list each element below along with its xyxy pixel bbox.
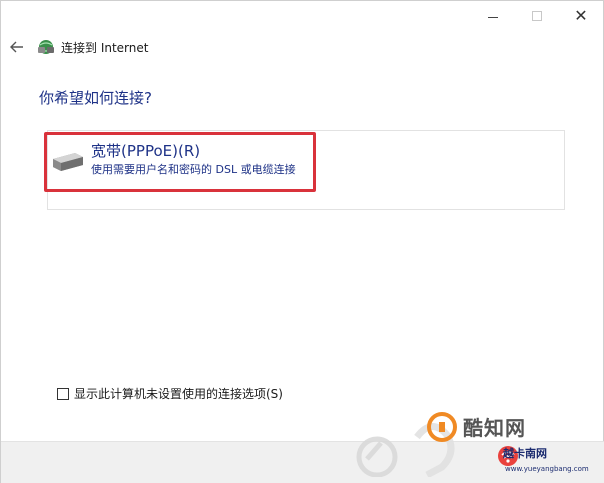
close-icon: ✕ [574, 6, 588, 25]
maximize-icon [532, 11, 542, 21]
window-controls: ✕ [471, 1, 603, 31]
show-unsetup-options[interactable]: 显示此计算机未设置使用的连接选项(S) [57, 385, 283, 402]
back-arrow-icon [10, 41, 23, 53]
window-title: 连接到 Internet [61, 40, 149, 55]
maximize-button [515, 1, 559, 31]
close-button[interactable]: ✕ [559, 1, 603, 31]
back-button[interactable] [7, 37, 27, 57]
show-options-checkbox[interactable] [57, 387, 69, 400]
site-watermark: 酷知网 越卡南网 www.yueyangbang.com [347, 405, 597, 481]
minimize-button[interactable] [471, 1, 515, 31]
show-options-label: 显示此计算机未设置使用的连接选项(S) [74, 387, 283, 401]
highlight-annotation-box [44, 132, 316, 192]
page-heading: 你希望如何连接? [39, 89, 152, 107]
wizard-header: 连接到 Internet [7, 37, 148, 57]
minimize-icon [488, 16, 498, 18]
watermark-brand-secondary: 越卡南网 [503, 447, 547, 460]
network-globe-icon [38, 40, 54, 54]
connect-to-internet-window: ✕ 连接到 Internet 你希望如何连接? 宽带(PPPoE)(R) 使用需… [0, 0, 604, 483]
watermark-brand: 酷知网 [463, 416, 526, 440]
watermark-url: www.yueyangbang.com [505, 465, 589, 473]
ku-logo-icon [427, 412, 457, 442]
